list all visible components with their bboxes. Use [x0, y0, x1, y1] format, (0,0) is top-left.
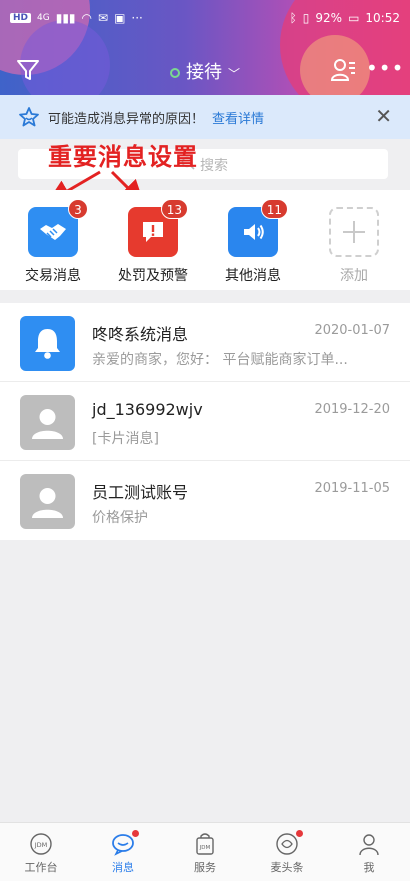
mail-icon: ✉ [98, 11, 109, 25]
contacts-button[interactable] [330, 56, 356, 84]
wifi-icon: ◠ [81, 11, 93, 25]
tab-services[interactable]: JDM 服务 [164, 823, 246, 881]
signal-icon: ▮▮▮ [55, 11, 76, 25]
more-notifications-icon: ··· [131, 11, 143, 25]
more-icon: ••• [366, 56, 405, 80]
news-icon [274, 830, 303, 857]
tab-news[interactable]: 麦头条 [246, 823, 328, 881]
chat-icon [110, 830, 139, 857]
category-trade[interactable]: 3 交易消息 [13, 199, 93, 285]
profile-icon [356, 831, 382, 857]
alert-icon: 13 [128, 199, 188, 257]
status-bar: HD 4G ▮▮▮ ◠ ✉ ▣ ··· ᛒ ▯ 92% ▭ 10:52 [0, 0, 410, 36]
tab-messages[interactable]: 消息 [82, 823, 164, 881]
message-preview: 价格保护 [92, 510, 148, 526]
tab-label: 我 [363, 861, 375, 874]
list-item[interactable]: jd_136992wjv 2019-12-20 [卡片消息] [0, 382, 410, 461]
chevron-down-icon: ﹀ [227, 66, 240, 81]
svg-text:JDM: JDM [34, 841, 48, 849]
hd-indicator: HD [10, 13, 32, 23]
nav-bar: 接待 ﹀ ••• [0, 48, 410, 92]
online-status-icon [169, 68, 180, 78]
tab-workbench[interactable]: JDM 工作台 [0, 823, 82, 881]
notification-dot [132, 830, 139, 837]
message-time: 2019-12-20 [314, 402, 390, 417]
notification-dot [296, 830, 303, 837]
category-penalty[interactable]: 13 处罚及预警 [113, 199, 193, 285]
category-other[interactable]: 11 其他消息 [213, 199, 293, 285]
plus-icon [329, 207, 379, 257]
message-time: 2019-11-05 [314, 481, 390, 496]
badge-count: 13 [160, 199, 188, 219]
message-time: 2020-01-07 [314, 323, 390, 338]
notice-banner[interactable]: 可能造成消息异常的原因！ 查看详情 ✕ [0, 95, 410, 139]
battery-icon: ▭ [348, 11, 360, 25]
more-button[interactable]: ••• [366, 58, 403, 78]
list-item[interactable]: 员工测试账号 2019-11-05 价格保护 [0, 461, 410, 540]
badge-count: 11 [260, 199, 288, 219]
message-preview: [卡片消息] [92, 431, 159, 447]
annotation-label: 重要消息设置 [48, 143, 198, 171]
svg-text:JDM: JDM [199, 845, 211, 851]
category-label: 处罚及预警 [118, 268, 188, 284]
tab-label: 麦头条 [270, 861, 304, 874]
tab-label: 服务 [194, 861, 216, 874]
category-add[interactable]: 添加 [314, 207, 394, 285]
person-list-icon [330, 59, 355, 81]
vibrate-icon: ▯ [302, 11, 310, 25]
battery-percent: 92% [315, 11, 343, 25]
speaker-icon: 11 [228, 199, 288, 257]
handshake-icon: 3 [28, 199, 88, 257]
category-grid: 3 交易消息 13 处罚及预警 11 其他消息 添加 [0, 190, 410, 290]
user-icon [20, 474, 75, 529]
message-preview: 亲爱的商家，您好： 平台赋能商家订单... [92, 352, 348, 368]
user-icon [20, 395, 75, 450]
page-title: 接待 [185, 62, 222, 83]
message-title: 咚咚系统消息 [92, 325, 189, 344]
category-label: 添加 [340, 268, 368, 284]
badge-count: 3 [68, 199, 88, 219]
category-label: 其他消息 [225, 268, 281, 284]
tab-label: 工作台 [24, 861, 58, 874]
list-item[interactable]: 咚咚系统消息 2020-01-07 亲爱的商家，您好： 平台赋能商家订单... [0, 303, 410, 382]
clock: 10:52 [365, 11, 400, 25]
message-title: jd_136992wjv [92, 400, 203, 419]
notice-details-link[interactable]: 查看详情 [212, 108, 264, 127]
tab-label: 消息 [112, 861, 134, 874]
message-list: 咚咚系统消息 2020-01-07 亲爱的商家，您好： 平台赋能商家订单... … [0, 303, 410, 540]
network-indicator: 4G [37, 13, 50, 23]
bag-icon: JDM [192, 831, 218, 857]
notice-text: 可能造成消息异常的原因！ [48, 111, 205, 127]
app-icon: ▣ [114, 11, 126, 25]
search-placeholder: 搜索 [200, 158, 228, 174]
category-label: 交易消息 [25, 268, 81, 284]
star-icon [19, 107, 39, 127]
tab-me[interactable]: 我 [328, 823, 410, 881]
jdm-icon: JDM [28, 831, 54, 857]
bottom-tab-bar: JDM 工作台 消息 JDM 服务 麦头条 我 [0, 822, 410, 881]
close-icon[interactable]: ✕ [375, 105, 392, 127]
bluetooth-icon: ᛒ [289, 11, 297, 25]
message-title: 员工测试账号 [92, 483, 189, 502]
header: HD 4G ▮▮▮ ◠ ✉ ▣ ··· ᛒ ▯ 92% ▭ 10:52 接待 ﹀ [0, 0, 410, 95]
bell-icon [20, 316, 75, 371]
